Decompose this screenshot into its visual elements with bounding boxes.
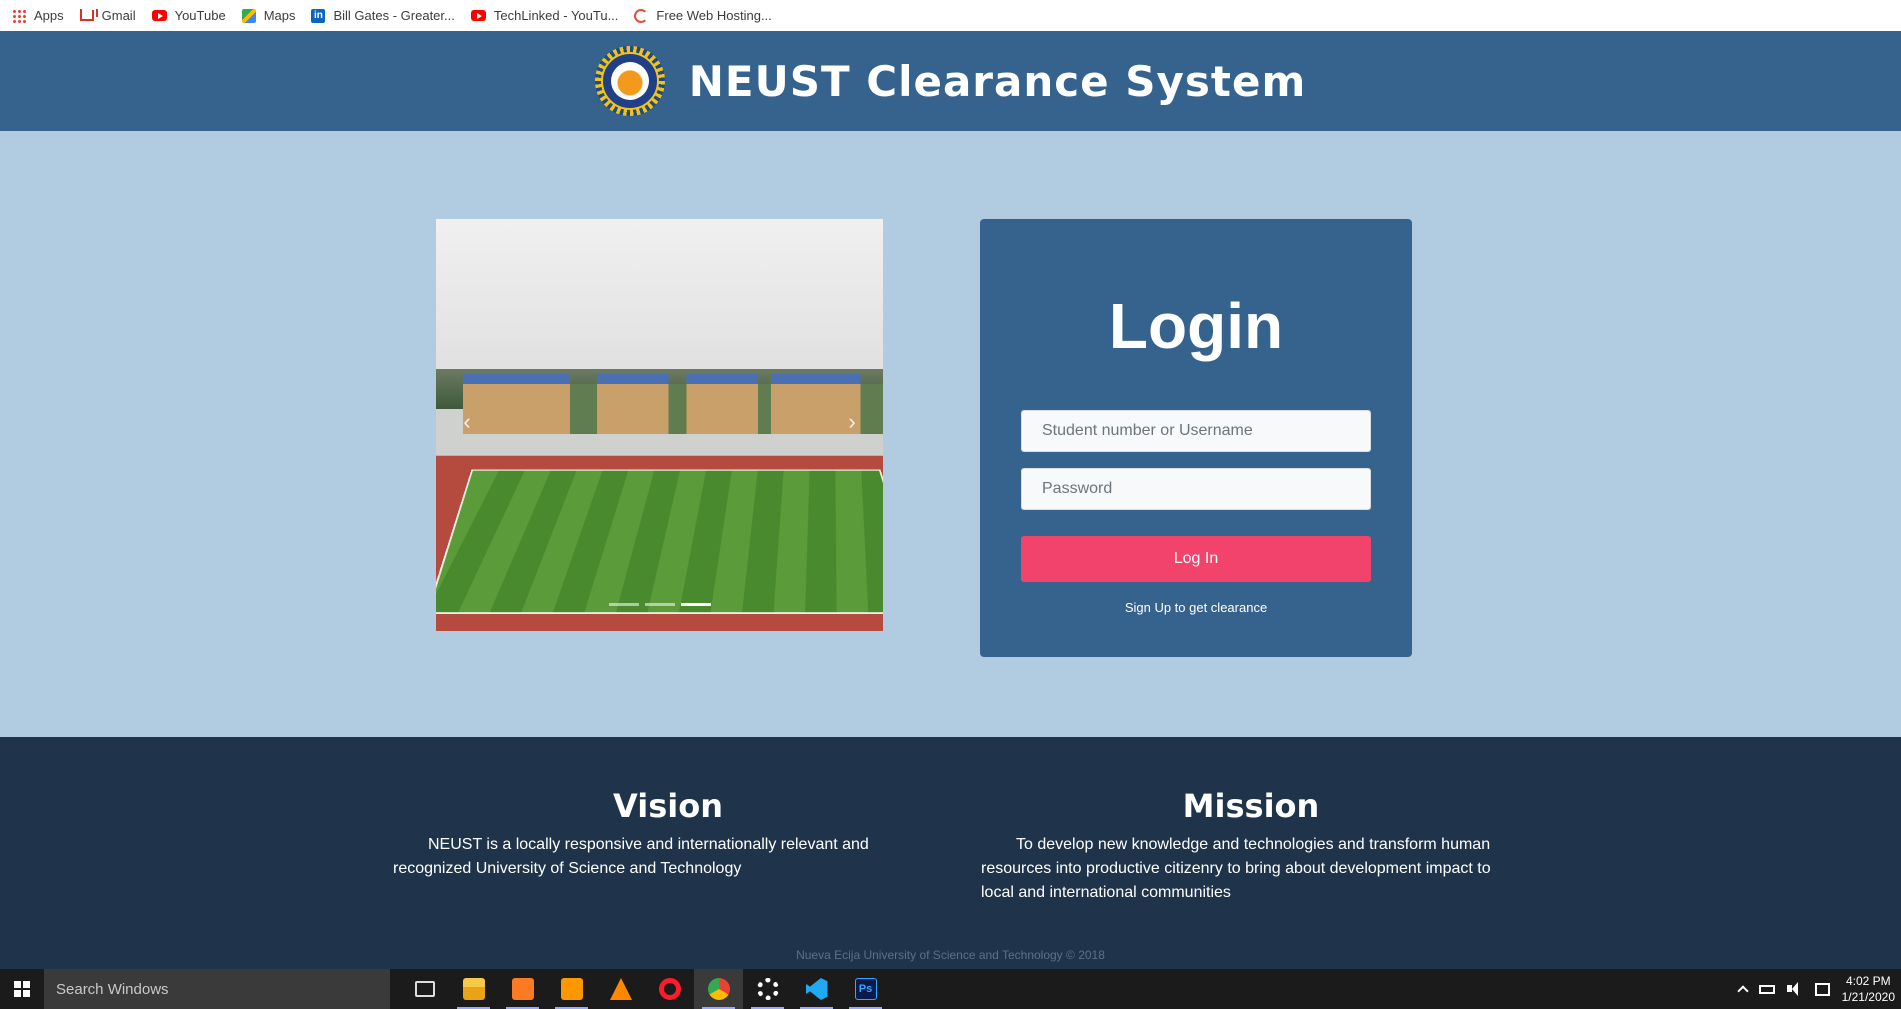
sublime-text-icon: [560, 978, 583, 1000]
bookmark-label: Gmail: [101, 8, 136, 23]
web-hosting-icon: [634, 8, 649, 23]
vision-heading: Vision: [613, 787, 723, 825]
apps-grid-icon: [12, 8, 26, 23]
site-footer: Vision NEUST is a locally responsive and…: [0, 737, 1901, 969]
carousel-prev-icon[interactable]: ‹: [452, 409, 482, 435]
xampp-button[interactable]: [498, 969, 547, 1009]
windows-logo-icon: [14, 981, 30, 997]
volume-icon[interactable]: [1786, 982, 1803, 996]
bookmark-label: YouTube: [174, 8, 226, 23]
photoshop-button[interactable]: Ps: [841, 969, 890, 1009]
carousel-indicators: [436, 603, 883, 606]
login-card: Login Log In Sign Up to get clearance: [980, 219, 1412, 657]
bookmark-label: Free Web Hosting...: [656, 8, 772, 23]
file-explorer-button[interactable]: [449, 969, 498, 1009]
signup-link[interactable]: Sign Up to get clearance: [980, 600, 1412, 615]
vision-section: Vision NEUST is a locally responsive and…: [393, 787, 943, 881]
login-title: Login: [1108, 290, 1284, 362]
carousel-indicator-2[interactable]: [644, 603, 675, 606]
gmail-icon: [79, 10, 94, 21]
vscode-icon: [805, 978, 828, 1000]
battery-icon[interactable]: [1758, 984, 1775, 994]
chevron-up-icon[interactable]: [1736, 985, 1749, 997]
mission-heading: Mission: [1182, 787, 1320, 825]
bookmark-label: Apps: [34, 8, 64, 23]
chrome-icon: [707, 978, 730, 1000]
bookmark-youtube[interactable]: YouTube: [151, 8, 226, 23]
bookmarks-bar: Apps Gmail YouTube Maps in Bill Gates - …: [0, 0, 1901, 31]
neust-seal-logo: [594, 46, 665, 116]
maps-icon: [241, 8, 256, 23]
task-view-icon: [414, 981, 435, 997]
xampp-icon: [511, 978, 534, 1000]
bookmark-gmail[interactable]: Gmail: [79, 8, 136, 23]
bookmark-apps[interactable]: Apps: [12, 8, 64, 23]
vision-text: NEUST is a locally responsive and intern…: [393, 836, 869, 877]
folder-icon: [462, 978, 485, 1000]
site-title: NEUST Clearance System: [688, 56, 1307, 106]
photoshop-icon: Ps: [854, 978, 877, 1000]
opera-icon: [658, 978, 681, 1000]
linkedin-icon: in: [311, 8, 326, 23]
windows-taskbar: Search Windows Ps 4:02 PM 1/21/2020: [0, 969, 1901, 1009]
carousel-image-buildings: [436, 374, 883, 434]
username-input[interactable]: [1021, 410, 1371, 452]
bookmark-label: Bill Gates - Greater...: [333, 8, 455, 23]
sublime-text-button[interactable]: [547, 969, 596, 1009]
copyright-text: Nueva Ecija University of Science and Te…: [796, 948, 1105, 962]
bookmark-web-hosting[interactable]: Free Web Hosting...: [634, 8, 772, 23]
mission-section: Mission To develop new knowledge and tec…: [981, 787, 1521, 905]
system-tray: 4:02 PM 1/21/2020: [1736, 973, 1901, 1005]
mission-text: To develop new knowledge and technologie…: [981, 836, 1491, 901]
taskbar-search[interactable]: Search Windows: [44, 969, 390, 1009]
vlc-cone-icon: [609, 978, 632, 1000]
gear-icon: [756, 978, 779, 1000]
youtube-icon: [151, 10, 167, 21]
task-view-button[interactable]: [400, 969, 449, 1009]
bookmark-linkedin[interactable]: in Bill Gates - Greater...: [311, 8, 455, 23]
start-button[interactable]: [0, 969, 44, 1009]
clock-date: 1/21/2020: [1841, 990, 1895, 1004]
clock-time: 4:02 PM: [1845, 974, 1891, 988]
vlc-button[interactable]: [596, 969, 645, 1009]
image-carousel: ‹ ›: [436, 219, 883, 631]
notification-icon[interactable]: [1814, 982, 1830, 996]
site-header: NEUST Clearance System: [0, 31, 1901, 131]
vscode-button[interactable]: [792, 969, 841, 1009]
chrome-button[interactable]: [694, 969, 743, 1009]
carousel-image-field: [436, 469, 883, 615]
password-input[interactable]: [1021, 468, 1371, 510]
youtube-icon: [470, 10, 486, 21]
bookmark-label: Maps: [263, 8, 296, 23]
carousel-image-sky: [436, 219, 883, 384]
bookmark-label: TechLinked - YouTu...: [493, 8, 619, 23]
login-button[interactable]: Log In: [1021, 536, 1371, 582]
settings-button[interactable]: [743, 969, 792, 1009]
bookmark-techlinked[interactable]: TechLinked - YouTu...: [470, 8, 619, 23]
bookmark-maps[interactable]: Maps: [241, 8, 296, 23]
opera-button[interactable]: [645, 969, 694, 1009]
taskbar-clock[interactable]: 4:02 PM 1/21/2020: [1842, 973, 1895, 1005]
taskbar-apps: Ps: [400, 969, 890, 1009]
carousel-next-icon[interactable]: ›: [837, 409, 867, 435]
carousel-indicator-3[interactable]: [680, 603, 711, 606]
carousel-indicator-1[interactable]: [608, 603, 639, 606]
